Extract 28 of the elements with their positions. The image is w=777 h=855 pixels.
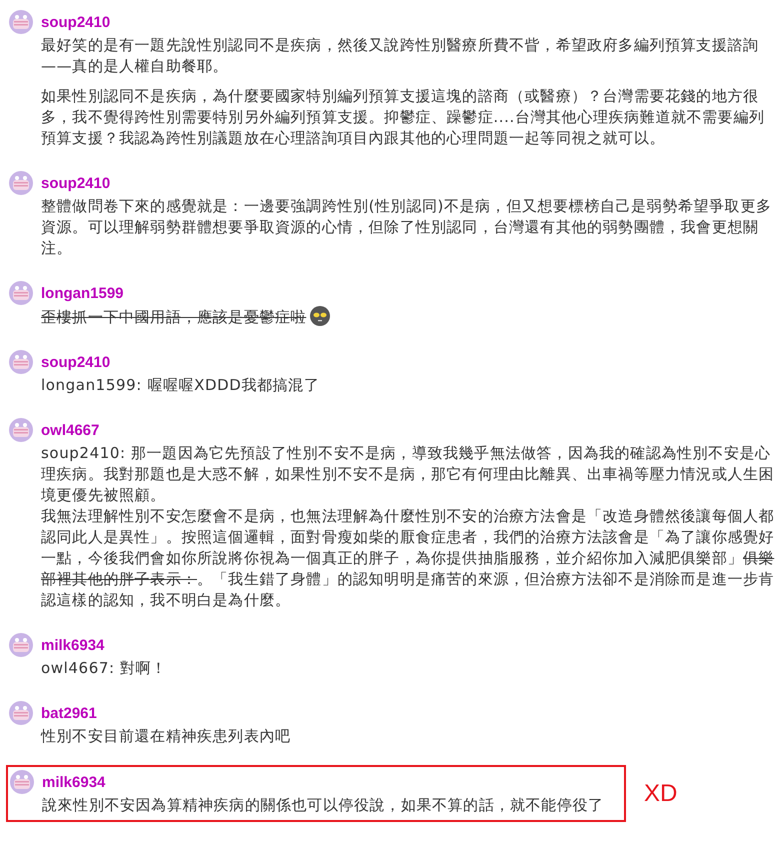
username[interactable]: soup2410 (41, 354, 110, 370)
username[interactable]: soup2410 (41, 14, 110, 30)
comment-text: 說來性別不安因為算精神疾病的關係也可以停役說，如果不算的話，就不能停役了 (42, 795, 605, 816)
comment-text: 整體做問卷下來的感覺就是：一邊要強調跨性別(性別認同)不是病，但又想要標榜自己是弱勢希望爭取更多資源。可以理解弱勢群體想要爭取資源的心情，但除了性別認同，台灣還有其他的弱勢團體，我會更想關注。 (41, 196, 773, 259)
avatar (9, 171, 33, 195)
annotation-text: XD (644, 780, 678, 808)
username[interactable]: milk6934 (41, 636, 104, 654)
username[interactable]: soup2410 (41, 174, 110, 192)
avatar (10, 770, 34, 794)
username[interactable]: milk6934 (42, 774, 106, 790)
comment-text: 如果性別認同不是疾病，為什麼要國家特別編列預算支援這塊的諮商（或醫療）？台灣需要花錢的地方很多，我不覺得跨性別需要特別另外編列預算支援。抑鬱症、躁鬱症....台灣其他心理疾病難道就不需要編列預算支援？我認為跨性別議題放在心理諮詢項目內跟其他的心理問題一起等同視之就可以。 (41, 86, 766, 149)
avatar (9, 10, 33, 34)
username[interactable]: longan1599 (41, 284, 124, 302)
avatar (9, 633, 33, 657)
comment-text: 歪樓抓一下中國用語，應該是憂鬱症啦 (41, 306, 777, 328)
avatar (9, 281, 33, 305)
comment-text: owl4667: 對啊！ (41, 658, 168, 679)
comment-text: 最好笑的是有一題先說性別認同不是疾病，然後又說跨性別醫療所費不眥，希望政府多編列預算支援諮詢——真的是人權自助餐耶。 (41, 35, 760, 77)
comment-text: 性別不安目前還在精神疾患列表內吧 (41, 726, 292, 747)
comment-text: longan1599: 喔喔喔XDDD我都搞混了 (41, 375, 320, 396)
username[interactable]: owl4667 (41, 422, 100, 438)
comment-text: 我無法理解性別不安怎麼會不是病，也無法理解為什麼性別不安的治療方法會是「改造身體然後讓每個人都認同此人是異性」。按照這個邏輯，面對骨瘦如柴的厭食症患者，我們的治療方法該會是「為了讓你感覺好一點，今後我們會如你所說將你視為一個真正的胖子，為你提供抽脂服務，並介紹你加入減肥俱樂部」俱樂部裡其他的胖子表示：。「我生錯了身體」的認知明明是痛苦的來源，但治療方法卻不是消除而是進一步肯認這樣的認知，我不明白是為什麼。 (41, 506, 776, 611)
avatar (9, 418, 33, 442)
username[interactable]: bat2961 (41, 704, 97, 722)
avatar (9, 350, 33, 374)
avatar (9, 701, 33, 725)
comment-text: soup2410: 那一題因為它先預設了性別不安不是病，導致我幾乎無法做答，因為我的確認為性別不安是心理疾病。我對那題也是大惑不解，如果性別不安不是病，那它有何理由比離異、出車禍等壓力情況或人生困境更優先被照顧。 (41, 443, 776, 506)
glasses-face-icon (310, 306, 330, 326)
